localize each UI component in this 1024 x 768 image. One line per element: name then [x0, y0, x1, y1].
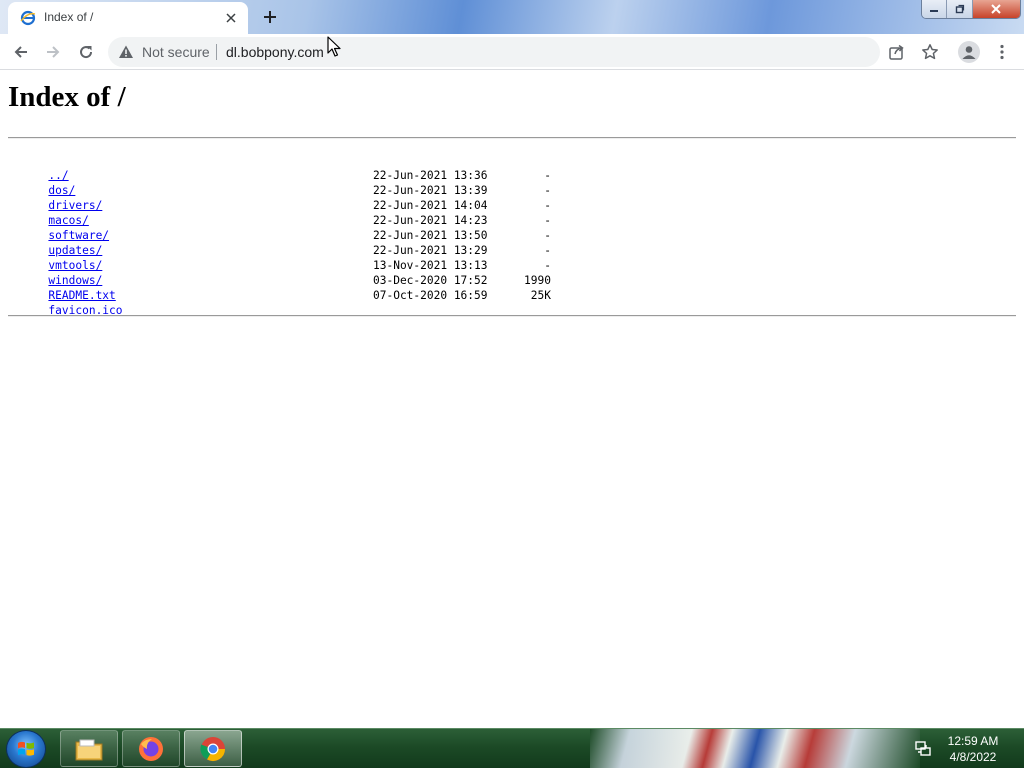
chrome-icon	[200, 736, 225, 761]
back-button[interactable]	[7, 38, 35, 66]
entry-date: 22-Jun-2021 14:23	[373, 214, 488, 227]
close-icon	[226, 13, 236, 23]
entry-size: 1990	[524, 274, 551, 287]
close-icon	[991, 4, 1002, 14]
list-item: macos/ 22-Jun-2021 14:04 -	[8, 198, 1008, 227]
page-content: Index of / ../ dos/ 22-Jun-2021 13:36 - …	[0, 71, 1024, 728]
tab-close-button[interactable]	[222, 9, 240, 27]
bookmark-star-icon[interactable]	[921, 43, 939, 61]
share-icon[interactable]	[888, 43, 906, 61]
reload-icon	[80, 46, 93, 59]
clock-time: 12:59 AM	[947, 734, 999, 748]
url-text[interactable]: dl.bobpony.com	[226, 44, 324, 60]
divider-top	[8, 137, 1016, 139]
tab-title: Index of /	[44, 10, 94, 24]
network-icon[interactable]	[914, 740, 932, 758]
wallpaper-strip	[590, 729, 920, 768]
ie-favicon-icon	[20, 10, 36, 26]
list-item: software/ 22-Jun-2021 14:23 -	[8, 213, 1008, 242]
entry-size: -	[544, 229, 551, 242]
entry-date: 22-Jun-2021 13:29	[373, 244, 488, 257]
browser-title-bar: Index of /	[0, 0, 1024, 34]
entry-size: -	[544, 259, 551, 272]
start-button[interactable]	[6, 730, 46, 768]
divider-bottom	[8, 315, 1016, 317]
taskbar: 12:59 AM 4/8/2022	[0, 728, 1024, 768]
browser-toolbar: Not secure dl.bobpony.com	[0, 34, 1024, 70]
entry-date: 22-Jun-2021 13:39	[373, 184, 488, 197]
entry-size: -	[544, 169, 551, 182]
entry-size: -	[544, 214, 551, 227]
entry-date: 22-Jun-2021 13:50	[373, 229, 488, 242]
person-icon	[962, 46, 976, 59]
entry-date: 22-Jun-2021 14:04	[373, 199, 488, 212]
entry-size: -	[544, 199, 551, 212]
list-item: vmtools/ 22-Jun-2021 13:29 -	[8, 243, 1008, 272]
address-bar[interactable]: Not secure dl.bobpony.com	[108, 37, 880, 67]
entry-date: 03-Dec-2020 17:52	[373, 274, 488, 287]
taskbar-file-explorer[interactable]	[60, 730, 118, 767]
forward-button[interactable]	[39, 38, 67, 66]
entry-date: 07-Oct-2020 16:59	[373, 289, 488, 302]
list-item: windows/ 13-Nov-2021 13:13 -	[8, 258, 1008, 287]
plus-icon	[264, 11, 276, 23]
list-item: dos/ 22-Jun-2021 13:36 -	[8, 168, 1008, 197]
file-explorer-icon	[75, 739, 103, 760]
profile-avatar[interactable]	[958, 41, 980, 63]
list-item: updates/ 22-Jun-2021 13:50 -	[8, 228, 1008, 257]
windows-logo-icon	[18, 741, 34, 756]
page-title: Index of /	[8, 81, 126, 113]
omnibox-divider	[216, 44, 217, 60]
firefox-icon	[139, 736, 163, 761]
restore-icon	[955, 4, 964, 14]
entry-size: -	[544, 244, 551, 257]
minimize-icon	[930, 10, 939, 12]
entry-size: 25K	[530, 289, 551, 302]
list-item: drivers/ 22-Jun-2021 13:39 -	[8, 183, 1008, 212]
mouse-cursor-icon	[327, 36, 341, 57]
reload-button[interactable]	[72, 38, 100, 66]
taskbar-firefox[interactable]	[122, 730, 180, 767]
kebab-menu-icon[interactable]	[993, 43, 1011, 61]
entry-size: -	[544, 184, 551, 197]
entry-date: 22-Jun-2021 13:36	[373, 169, 488, 182]
security-status[interactable]: Not secure	[142, 44, 210, 60]
warning-icon[interactable]	[118, 44, 134, 60]
arrow-left-icon	[14, 46, 27, 58]
system-clock[interactable]: 12:59 AM 4/8/2022	[936, 733, 1010, 765]
clock-date: 4/8/2022	[949, 750, 997, 764]
arrow-right-icon	[47, 46, 60, 58]
new-tab-button[interactable]	[256, 5, 284, 29]
taskbar-chrome[interactable]	[184, 730, 242, 767]
list-item: README.txt 03-Dec-2020 17:52 1990	[8, 273, 1008, 302]
directory-listing: ../ dos/ 22-Jun-2021 13:36 - drivers/ 22…	[8, 153, 1008, 317]
browser-tab[interactable]: Index of /	[8, 2, 248, 34]
list-item: favicon.ico 07-Oct-2020 16:59 25K	[8, 288, 1008, 317]
window-controls	[921, 0, 1021, 19]
restore-button[interactable]	[947, 0, 973, 18]
minimize-button[interactable]	[922, 0, 948, 18]
window-close-button[interactable]	[972, 0, 1020, 18]
list-item-parent: ../	[8, 153, 1008, 182]
entry-date: 13-Nov-2021 13:13	[373, 259, 488, 272]
